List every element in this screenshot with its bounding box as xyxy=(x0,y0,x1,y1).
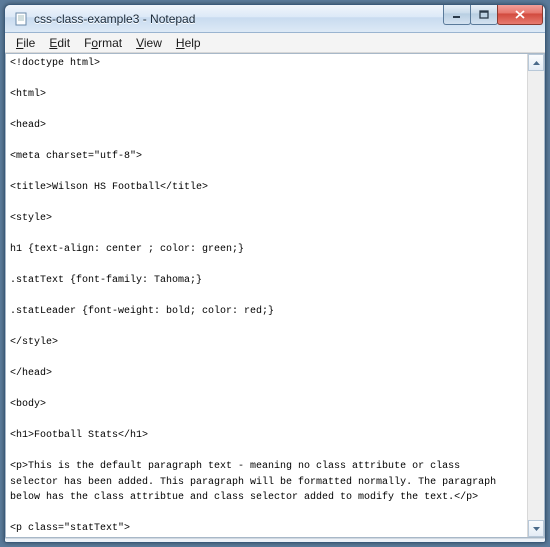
minimize-icon xyxy=(452,10,462,20)
close-button[interactable] xyxy=(497,5,543,25)
menu-format[interactable]: Format xyxy=(77,34,129,52)
maximize-button[interactable] xyxy=(470,5,498,25)
menu-edit[interactable]: Edit xyxy=(42,34,77,52)
vertical-scrollbar[interactable] xyxy=(527,54,544,537)
text-editor[interactable]: <!doctype html> <html> <head> <meta char… xyxy=(6,54,544,537)
editor-container: <!doctype html> <html> <head> <meta char… xyxy=(5,53,545,538)
titlebar[interactable]: css-class-example3 - Notepad xyxy=(5,5,545,33)
notepad-icon xyxy=(13,11,29,27)
menu-view[interactable]: View xyxy=(129,34,169,52)
window-controls xyxy=(444,5,543,25)
window-title: css-class-example3 - Notepad xyxy=(34,12,444,26)
maximize-icon xyxy=(479,10,489,20)
chevron-up-icon xyxy=(533,61,540,65)
scroll-down-button[interactable] xyxy=(528,520,544,537)
notepad-window: css-class-example3 - Notepad File Edit F… xyxy=(4,4,546,543)
menubar: File Edit Format View Help xyxy=(5,33,545,53)
statusbar xyxy=(5,538,545,542)
chevron-down-icon xyxy=(533,527,540,531)
scroll-up-button[interactable] xyxy=(528,54,544,71)
menu-help[interactable]: Help xyxy=(169,34,208,52)
menu-file[interactable]: File xyxy=(9,34,42,52)
document-content: <!doctype html> <html> <head> <meta char… xyxy=(10,58,508,537)
minimize-button[interactable] xyxy=(443,5,471,25)
close-icon xyxy=(514,10,526,20)
